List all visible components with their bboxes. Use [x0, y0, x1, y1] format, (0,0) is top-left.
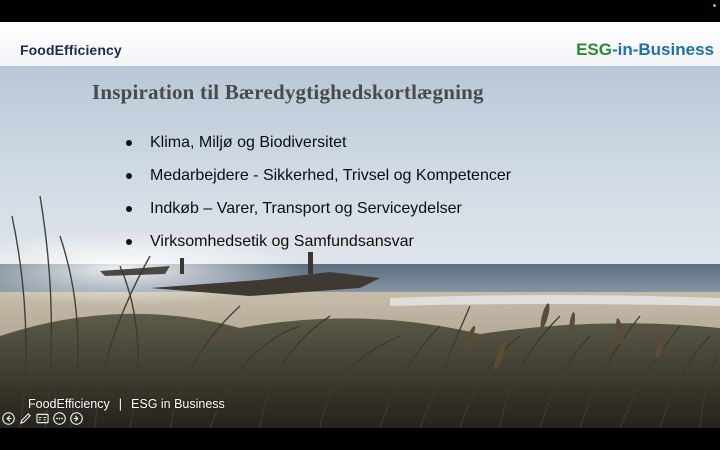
more-options-icon[interactable] — [53, 412, 66, 425]
bottom-black-bar — [0, 428, 720, 450]
esg-in-business-logo: ESG-in-Business — [576, 40, 714, 60]
bullet-text: Medarbejdere - Sikkerhed, Trivsel og Kom… — [150, 166, 512, 184]
bullet-item: Indkøb – Varer, Transport og Serviceydel… — [126, 192, 511, 225]
footer-right-text: ESG in Business — [131, 397, 225, 411]
bullet-icon — [126, 238, 132, 245]
next-slide-icon[interactable] — [70, 412, 83, 425]
pen-icon[interactable] — [19, 412, 32, 425]
bullet-icon — [126, 139, 132, 146]
bullet-text: Indkøb – Varer, Transport og Serviceydel… — [150, 199, 462, 217]
footer-separator: | — [118, 397, 123, 411]
bullet-list: Klima, Miljø og Biodiversitet Medarbejde… — [126, 126, 511, 258]
slide-footer: FoodEfficiency | ESG in Business — [28, 397, 225, 411]
bullet-text: Klima, Miljø og Biodiversitet — [150, 133, 347, 151]
status-dot — [713, 4, 716, 7]
bullet-item: Virksomhedsetik og Samfundsansvar — [126, 225, 511, 258]
presenter-controls — [2, 412, 83, 425]
bullet-item: Medarbejdere - Sikkerhed, Trivsel og Kom… — [126, 159, 511, 192]
logo-in-business-text: -in-Business — [611, 40, 714, 59]
bullet-icon — [126, 205, 132, 212]
bullet-text: Virksomhedsetik og Samfundsansvar — [150, 232, 414, 250]
footer-left-text: FoodEfficiency — [28, 397, 110, 411]
foodefficiency-logo: FoodEfficiency — [20, 42, 122, 58]
presentation-slide: FoodEfficiency ESG-in-Business Inspirati… — [0, 22, 720, 428]
slide-header: FoodEfficiency ESG-in-Business — [0, 22, 720, 66]
bullet-icon — [126, 172, 132, 179]
logo-esg-text: ESG — [576, 40, 612, 59]
subtitles-icon[interactable] — [36, 412, 49, 425]
top-black-bar — [0, 0, 720, 22]
previous-slide-icon[interactable] — [2, 412, 15, 425]
bullet-item: Klima, Miljø og Biodiversitet — [126, 126, 511, 159]
slide-title: Inspiration til Bæredygtighedskortlægnin… — [92, 80, 484, 104]
